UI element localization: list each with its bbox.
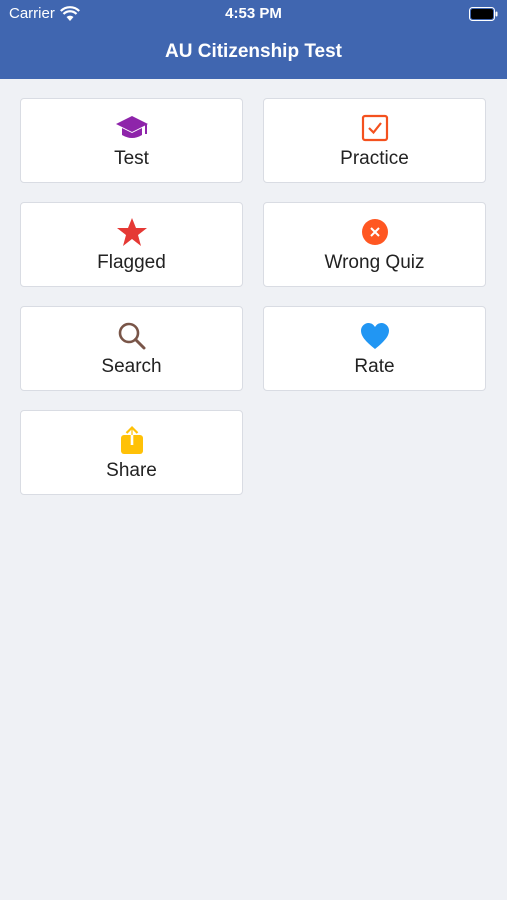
menu-item-label: Practice: [340, 148, 409, 169]
menu-item-wrong-quiz[interactable]: Wrong Quiz: [263, 202, 486, 287]
menu-item-share[interactable]: Share: [20, 410, 243, 495]
battery-icon: [469, 7, 498, 21]
status-time: 4:53 PM: [225, 5, 282, 22]
heart-icon: [264, 321, 485, 351]
graduation-cap-icon: [21, 113, 242, 143]
menu-item-search[interactable]: Search: [20, 306, 243, 391]
menu-item-flagged[interactable]: Flagged: [20, 202, 243, 287]
status-bar: Carrier 4:53 PM: [0, 0, 507, 28]
menu-item-test[interactable]: Test: [20, 98, 243, 183]
nav-bar: Carrier 4:53 PM AU Citizenship Test: [0, 0, 507, 79]
menu-item-label: Rate: [354, 356, 395, 377]
menu-item-label: Wrong Quiz: [324, 252, 425, 273]
share-icon: [21, 425, 242, 455]
menu-item-label: Share: [106, 460, 157, 481]
x-circle-icon: [264, 217, 485, 247]
menu-item-rate[interactable]: Rate: [263, 306, 486, 391]
star-icon: [21, 217, 242, 247]
menu-item-practice[interactable]: Practice: [263, 98, 486, 183]
menu-item-label: Test: [114, 148, 149, 169]
menu-item-label: Flagged: [97, 252, 166, 273]
menu-item-label: Search: [101, 356, 162, 377]
checkbox-icon: [264, 113, 485, 143]
search-icon: [21, 321, 242, 351]
page-title: AU Citizenship Test: [165, 41, 342, 62]
